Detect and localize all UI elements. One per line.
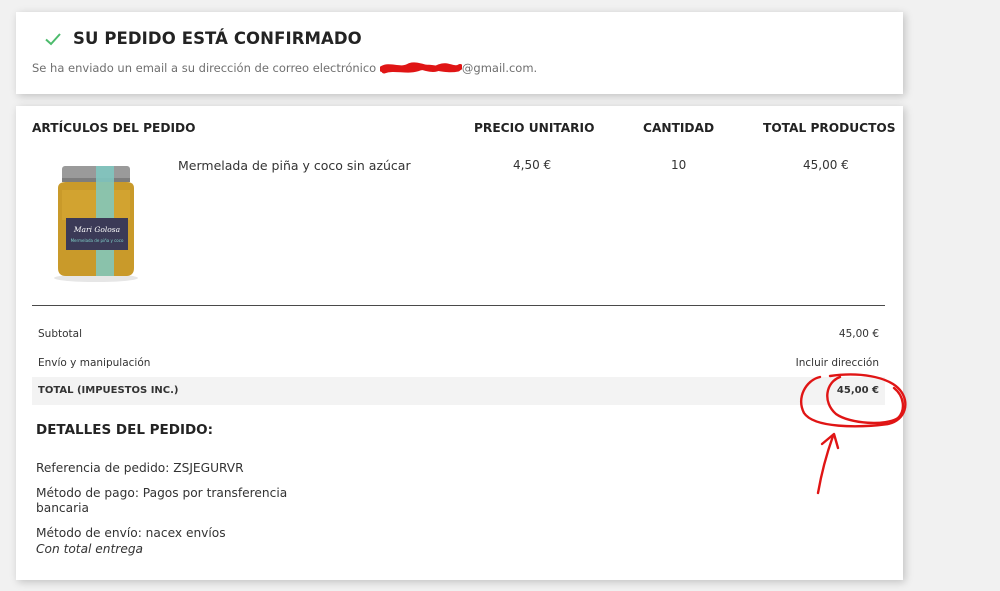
shipping-value: Incluir dirección xyxy=(795,357,879,369)
header-items: ARTÍCULOS DEL PEDIDO xyxy=(32,121,196,135)
header-unit-price: PRECIO UNITARIO xyxy=(474,121,595,135)
product-label-brand: Mari Golosa xyxy=(73,225,120,234)
check-icon xyxy=(45,33,61,46)
product-total: 45,00 € xyxy=(803,158,849,172)
total-label: TOTAL (IMPUESTOS INC.) xyxy=(38,385,179,396)
subtotal-row: Subtotal 45,00 € xyxy=(32,320,885,348)
product-name[interactable]: Mermelada de piña y coco sin azúcar xyxy=(178,158,411,173)
order-items-card: ARTÍCULOS DEL PEDIDO PRECIO UNITARIO CAN… xyxy=(16,106,903,580)
order-reference: Referencia de pedido: ZSJEGURVR xyxy=(36,461,244,475)
total-row: TOTAL (IMPUESTOS INC.) 45,00 € xyxy=(32,377,885,405)
confirmation-message: Se ha enviado un email a su dirección de… xyxy=(32,61,537,75)
product-unit-price: 4,50 € xyxy=(513,158,552,172)
subtotal-value: 45,00 € xyxy=(838,328,879,340)
confirmation-message-text: Se ha enviado un email a su dirección de… xyxy=(32,61,377,75)
total-value: 45,00 € xyxy=(836,385,879,396)
order-details-title: DETALLES DEL PEDIDO: xyxy=(36,422,214,438)
header-quantity: CANTIDAD xyxy=(643,121,715,135)
order-confirmation-card: SU PEDIDO ESTÁ CONFIRMADO Se ha enviado … xyxy=(16,12,903,94)
redacted-email-scribble xyxy=(379,61,462,75)
shipping-label: Envío y manipulación xyxy=(38,357,151,369)
shipping-row: Envío y manipulación Incluir dirección xyxy=(32,349,885,377)
confirmation-title: SU PEDIDO ESTÁ CONFIRMADO xyxy=(73,29,362,48)
product-quantity: 10 xyxy=(671,158,687,172)
shipping-method: Método de envío: nacex envíos xyxy=(36,526,226,540)
subtotal-label: Subtotal xyxy=(38,328,82,340)
payment-method: Método de pago: Pagos por transferencia … xyxy=(36,486,288,515)
header-total: TOTAL PRODUCTOS xyxy=(763,121,896,135)
table-divider xyxy=(32,305,885,306)
email-domain: @gmail.com. xyxy=(461,61,538,75)
shipping-note: Con total entrega xyxy=(36,542,144,556)
product-label-flavor: Mermelada de piña y coco xyxy=(71,238,124,243)
jam-jar-product-photo[interactable]: Mari Golosa Mermelada de piña y coco xyxy=(46,160,146,284)
